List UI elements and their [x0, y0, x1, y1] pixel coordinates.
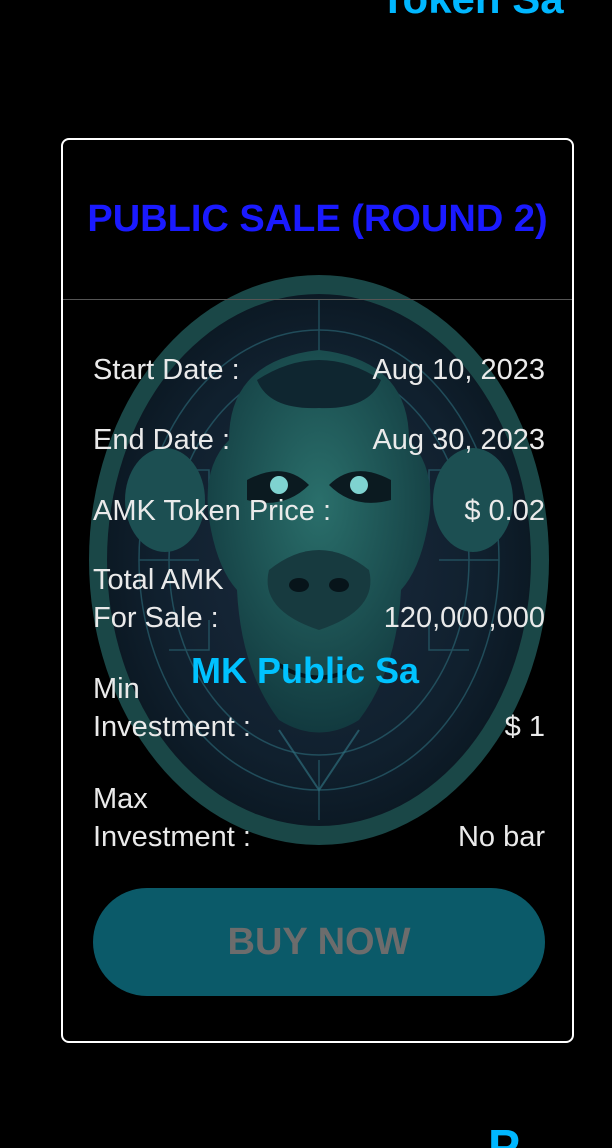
token-sale-heading: Token Sa — [380, 0, 564, 20]
start-date-value: Aug 10, 2023 — [372, 354, 545, 386]
token-price-value: $ 0.02 — [464, 495, 545, 527]
public-sale-card: PUBLIC SALE (ROUND 2) Start Date : Aug 1… — [61, 138, 574, 1043]
detail-row-max-investment: Max Investment : No bar — [93, 780, 545, 856]
overlay-sale-text: MK Public Sa — [191, 650, 420, 691]
detail-row-total-for-sale: Total AMK For Sale : 120,000,000 — [93, 561, 545, 637]
token-sale-page: Token Sa — [0, 0, 612, 1148]
detail-row-start-date: Start Date : Aug 10, 2023 — [93, 351, 545, 389]
detail-row-token-price: AMK Token Price : $ 0.02 — [93, 492, 545, 530]
total-for-sale-label: Total AMK For Sale : — [93, 564, 224, 634]
detail-row-end-date: End Date : Aug 30, 2023 — [93, 421, 545, 459]
buy-now-button[interactable]: BUY NOW — [93, 888, 545, 996]
next-section-heading: P — [488, 1121, 521, 1148]
end-date-label: End Date : — [93, 424, 231, 456]
card-title: PUBLIC SALE (ROUND 2) — [87, 197, 548, 240]
end-date-value: Aug 30, 2023 — [372, 424, 545, 456]
start-date-label: Start Date : — [93, 354, 240, 386]
token-price-label: AMK Token Price : — [93, 495, 332, 527]
total-for-sale-value: 120,000,000 — [383, 602, 545, 634]
max-investment-value: No bar — [457, 821, 545, 853]
card-header: PUBLIC SALE (ROUND 2) — [63, 140, 572, 300]
min-investment-value: $ 1 — [504, 711, 545, 743]
max-investment-label: Max Investment : — [93, 783, 251, 853]
